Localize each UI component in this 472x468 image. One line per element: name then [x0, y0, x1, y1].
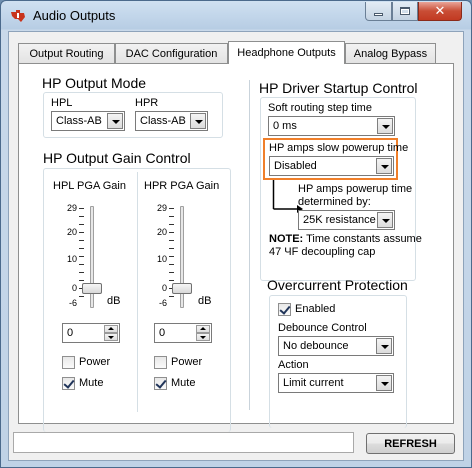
hpl-tick-minus6: -6 [68, 298, 77, 308]
powerup-determined-label-2: determined by: [298, 196, 371, 208]
hpr-slider-thumb[interactable] [172, 283, 192, 294]
close-icon: ✕ [434, 3, 446, 19]
soft-step-label: Soft routing step time [268, 102, 372, 114]
hpl-slider-thumb[interactable] [82, 283, 102, 294]
hpl-power-label: Power [79, 356, 111, 368]
soft-step-value: 0 ms [273, 120, 297, 132]
hpl-mode-value: Class-AB [56, 115, 102, 127]
chevron-down-icon [190, 113, 206, 129]
note-line-1: NOTE: Time constants assume [269, 233, 422, 245]
minimize-button[interactable] [365, 2, 392, 21]
overcurrent-enabled-label: Enabled [295, 303, 336, 315]
spin-down-icon[interactable] [196, 333, 210, 341]
hpr-mute-checkbox[interactable] [154, 377, 167, 390]
powerup-determined-label-1: HP amps powerup time [298, 183, 413, 195]
hpr-tick-0: 0 [161, 283, 167, 293]
hp-output-mode-title: HP Output Mode [42, 75, 147, 91]
hpr-tick-10: 10 [156, 254, 167, 264]
close-button[interactable]: ✕ [418, 2, 462, 21]
tab-analog-bypass[interactable]: Analog Bypass [345, 43, 436, 63]
hpr-mute-label: Mute [171, 377, 196, 389]
maximize-icon [400, 7, 410, 15]
tab-output-routing[interactable]: Output Routing [18, 43, 115, 63]
refresh-button[interactable]: REFRESH [366, 433, 455, 454]
client-area: Output Routing DAC Configuration Headpho… [8, 31, 464, 461]
minimize-icon [374, 12, 383, 16]
debounce-value: No debounce [283, 340, 349, 352]
tab-headphone-outputs[interactable]: Headphone Outputs [228, 41, 345, 64]
slow-powerup-value: Disabled [274, 160, 317, 172]
hp-driver-title: HP Driver Startup Control [259, 80, 418, 96]
audio-outputs-window: Audio Outputs ✕ Output Routing DAC Confi… [0, 0, 472, 468]
chevron-down-icon [376, 375, 392, 391]
hpl-gain-label: HPL PGA Gain [53, 180, 126, 192]
hpl-gain-value: 0 [67, 327, 74, 339]
slow-powerup-select[interactable]: Disabled [269, 156, 394, 176]
hpr-tick-20: 20 [156, 227, 167, 237]
hpr-gain-spinbox[interactable]: 0 [154, 323, 212, 343]
hpl-power-checkbox[interactable] [62, 356, 75, 369]
headphone-outputs-panel: HP Output Mode HPL Class-AB HPR Class-AB… [18, 63, 454, 432]
note-line-2: 47 ЧF decoupling cap [269, 246, 376, 258]
overcurrent-enabled-checkbox[interactable] [278, 303, 291, 316]
note-bold: NOTE: [269, 233, 304, 245]
action-label: Action [278, 359, 309, 371]
hpr-mode-label: HPR [135, 97, 159, 109]
hpl-db-unit: dB [107, 295, 121, 307]
chevron-down-icon [376, 338, 392, 354]
soft-step-select[interactable]: 0 ms [268, 116, 395, 136]
overcurrent-title: Overcurrent Protection [267, 277, 408, 293]
column-divider [249, 80, 250, 410]
debounce-label: Debounce Control [278, 322, 367, 334]
maximize-button[interactable] [392, 2, 418, 21]
hpl-tick-0: 0 [71, 283, 77, 293]
hpl-tick-20: 20 [66, 227, 77, 237]
gain-divider [137, 172, 138, 412]
hpl-mode-label: HPL [51, 97, 73, 109]
action-value: Limit current [283, 377, 344, 389]
status-field [13, 432, 354, 453]
hpr-tick-29: 29 [156, 203, 167, 213]
hpl-mute-label: Mute [79, 377, 104, 389]
spin-up-icon[interactable] [104, 325, 118, 333]
spin-down-icon[interactable] [104, 333, 118, 341]
hpl-tick-29: 29 [66, 203, 77, 213]
chevron-down-icon [377, 118, 393, 134]
ti-logo-icon [11, 10, 25, 22]
title-bar[interactable]: Audio Outputs ✕ [1, 1, 471, 31]
chevron-down-icon [107, 113, 123, 129]
hpl-mode-select[interactable]: Class-AB [51, 111, 125, 131]
spin-up-icon[interactable] [196, 325, 210, 333]
window-title: Audio Outputs [33, 8, 116, 23]
note-text-1: Time constants assume [303, 233, 422, 245]
hpr-db-unit: dB [198, 295, 212, 307]
hpr-mode-select[interactable]: Class-AB [135, 111, 208, 131]
chevron-down-icon [377, 212, 393, 228]
chevron-down-icon [376, 158, 392, 174]
hpr-tick-minus6: -6 [158, 298, 167, 308]
powerup-determined-value: 25K resistance [303, 214, 376, 226]
hpl-mute-checkbox[interactable] [62, 377, 75, 390]
hpr-mode-value: Class-AB [140, 115, 186, 127]
hpr-power-checkbox[interactable] [154, 356, 167, 369]
hpr-power-label: Power [171, 356, 203, 368]
tab-dac-configuration[interactable]: DAC Configuration [115, 43, 228, 63]
action-select[interactable]: Limit current [278, 373, 394, 393]
hpr-gain-label: HPR PGA Gain [144, 180, 220, 192]
hpr-gain-value: 0 [159, 327, 166, 339]
slow-powerup-label: HP amps slow powerup time [269, 142, 409, 154]
hpl-gain-spinbox[interactable]: 0 [62, 323, 120, 343]
debounce-select[interactable]: No debounce [278, 336, 394, 356]
hp-gain-title: HP Output Gain Control [43, 150, 191, 166]
powerup-determined-select[interactable]: 25K resistance [298, 210, 395, 230]
hpl-tick-10: 10 [66, 254, 77, 264]
